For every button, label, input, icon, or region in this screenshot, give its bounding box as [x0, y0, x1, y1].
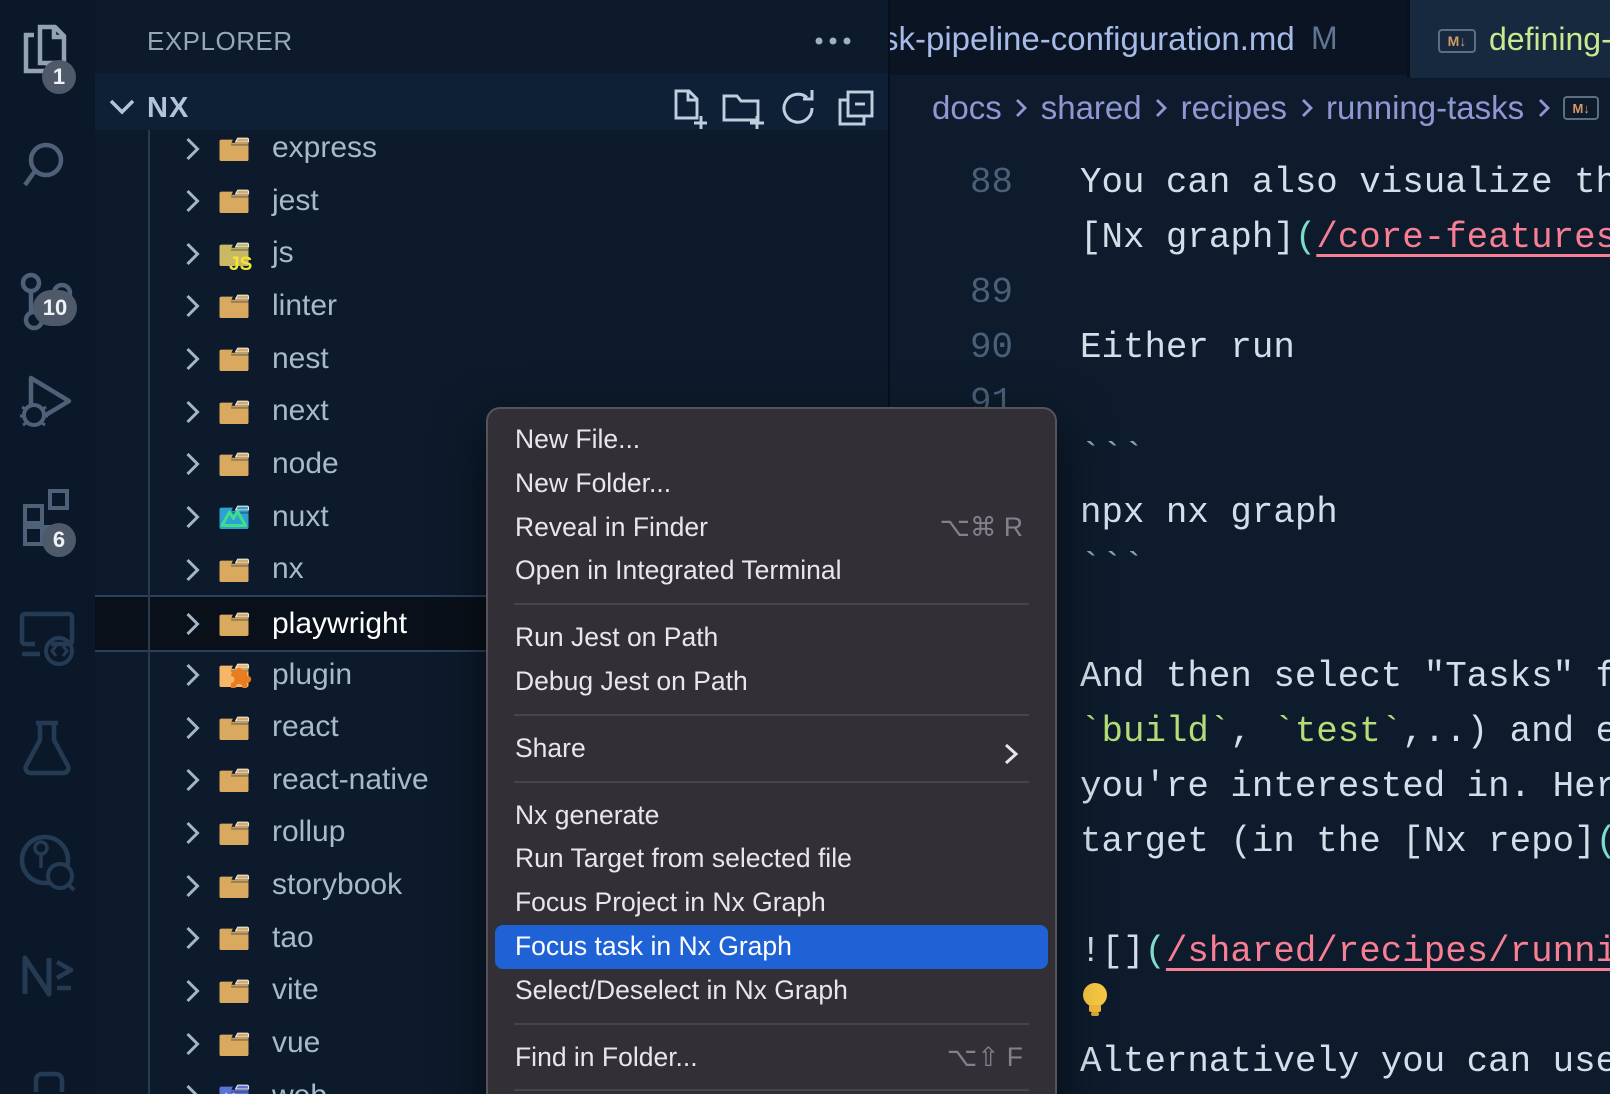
svg-text:JS: JS: [229, 254, 252, 275]
